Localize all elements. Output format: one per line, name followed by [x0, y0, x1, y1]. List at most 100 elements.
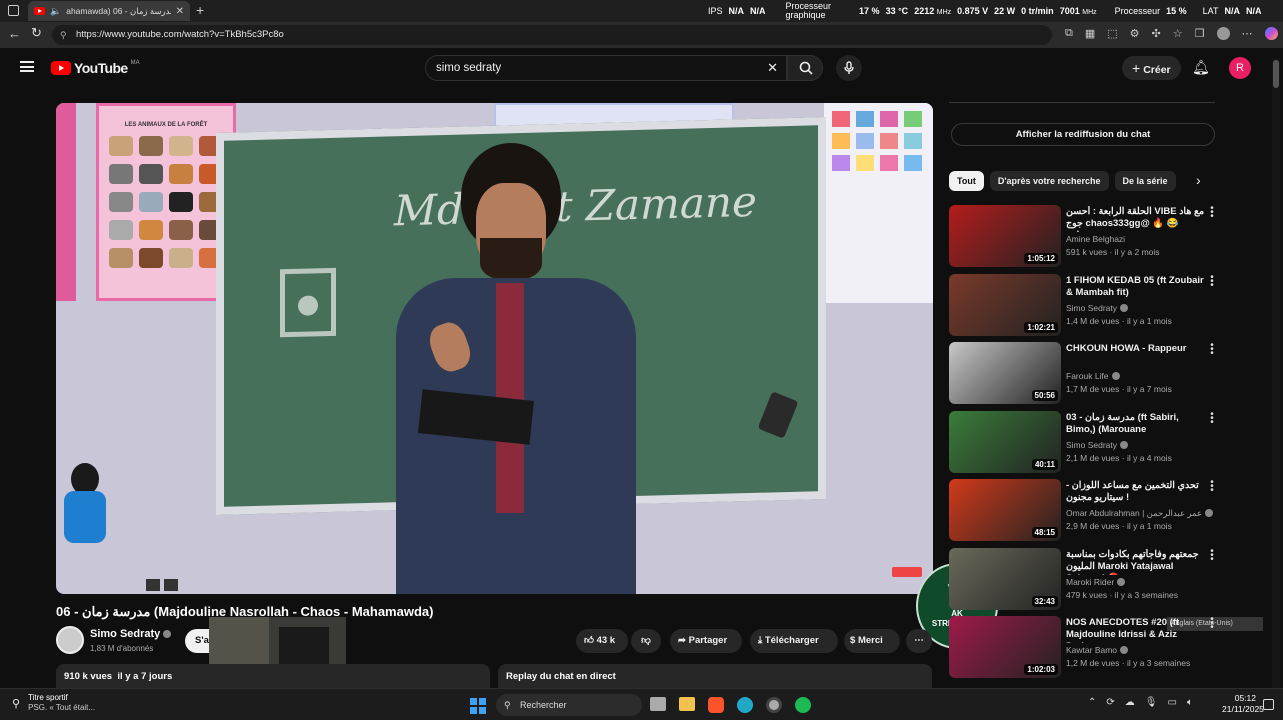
search-input[interactable]: simo sedraty ✕	[425, 55, 787, 81]
hud-gpu-power: 22 W	[994, 6, 1016, 16]
mic-tray-icon[interactable]: 🎙︎	[1145, 697, 1158, 708]
create-button[interactable]: + Créer	[1122, 56, 1181, 80]
tray-chevron-icon[interactable]: ⌃	[1088, 697, 1096, 708]
profile-icon[interactable]	[1216, 27, 1230, 40]
video-thumbnail[interactable]: 1:02:03	[949, 616, 1061, 678]
bottom-left-controls[interactable]	[146, 579, 186, 593]
menu-icon[interactable]	[20, 61, 34, 72]
tab-actions-icon[interactable]	[8, 5, 19, 16]
recommendation-item[interactable]: 1:02:21 1 FIHOM KEDAB 05 (ft Zoubair & Ma…	[949, 272, 1219, 336]
translate-icon[interactable]: ⧉	[1065, 27, 1073, 40]
collections-icon[interactable]: ❒	[1195, 27, 1205, 40]
new-tab-icon[interactable]: +	[196, 2, 204, 18]
site-info-icon[interactable]: ⚲	[60, 25, 67, 45]
recommendation-title[interactable]: 1 FIHOM KEDAB 05 (ft Zoubair & Mambah fi…	[1066, 275, 1206, 301]
close-tab-icon[interactable]: ✕	[176, 6, 184, 17]
weather-widget[interactable]: ⚲ Titre sportif PSG. « Tout était...	[12, 693, 95, 713]
channel-avatar[interactable]	[56, 626, 84, 654]
filter-chip[interactable]: Tout	[949, 171, 984, 191]
recommendation-channel[interactable]: Omar Abdulrahman | عمر عبدالرحمن	[1066, 508, 1214, 519]
extensions-icons[interactable]: ⧉ ▦ ⬚ ⚙ ✣ ☆ ❒ ⋯	[1065, 27, 1278, 40]
tabs-icon[interactable]: ⬚	[1107, 27, 1117, 40]
recommendation-channel[interactable]: Simo Sedraty	[1066, 303, 1129, 313]
recommendation-item[interactable]: 40:11 مدرسة زمان - 03 (ft Sabiri, Bimo,) …	[949, 409, 1219, 473]
clear-search-icon[interactable]: ✕	[767, 56, 778, 80]
more-options-icon[interactable]: • • •	[1209, 546, 1215, 564]
filter-chip[interactable]: D'après votre recherche	[989, 171, 1109, 191]
video-thumbnail[interactable]: 32:43	[949, 547, 1061, 610]
reload-icon[interactable]: ↻	[31, 25, 42, 41]
more-options-icon[interactable]: • • •	[1209, 341, 1215, 359]
dislike-button[interactable]: 👎︎	[631, 629, 661, 653]
url-field[interactable]: ⚲ https://www.youtube.com/watch?v=TkBh5c…	[52, 25, 1052, 45]
show-chat-replay-button[interactable]: Afficher la rediffusion du chat	[951, 123, 1215, 146]
recommendation-item[interactable]: 1:02:03 NOS ANECDOTES #20 (ft Majdouline …	[949, 615, 1219, 678]
channel-name[interactable]: Simo Sedraty	[90, 628, 172, 640]
favorites-icon[interactable]: ☆	[1173, 27, 1183, 40]
recommendation-channel[interactable]: Maroki Rider	[1066, 577, 1126, 587]
more-options-icon[interactable]: • • •	[1209, 478, 1215, 496]
account-avatar[interactable]: R	[1229, 57, 1251, 79]
share-button[interactable]: ➦ Partager	[670, 629, 742, 653]
spotify-icon[interactable]	[795, 697, 811, 713]
browser-tab-active[interactable]: 🔈 ahamawda) 06 - مدرسة زمان - ... ✕	[28, 1, 190, 21]
description-box[interactable]: 910 k vues il y a 7 jours	[56, 664, 490, 688]
like-button[interactable]: 👍︎ 43 k	[576, 629, 628, 653]
more-options-icon[interactable]: • • •	[1209, 204, 1215, 222]
recommendation-title[interactable]: مدرسة زمان - 03 (ft Sabiri, Bimo,) (Maro…	[1066, 412, 1206, 438]
brave-icon[interactable]	[708, 697, 724, 713]
recommendation-channel[interactable]: Kawtar Bamo	[1066, 645, 1129, 655]
video-player[interactable]: LES ANIMAUX DE LA FORÊT Mdrasat Zamane	[56, 103, 933, 594]
back-icon[interactable]: ←	[8, 26, 21, 41]
recommendation-title[interactable]: CHKOUN HOWA - Rappeur	[1066, 343, 1206, 369]
recommendation-title[interactable]: الحلقة الرابعة : أحسن VIBE مع هاد جوج ch…	[1066, 206, 1206, 232]
video-thumbnail[interactable]: 50:56	[949, 342, 1061, 404]
file-explorer-icon[interactable]	[679, 697, 695, 711]
video-thumbnail[interactable]: 48:15	[949, 479, 1061, 541]
recommendation-title[interactable]: NOS ANECDOTES #20 (ft Majdouline Idrissi…	[1066, 617, 1206, 643]
search-button[interactable]	[787, 55, 823, 81]
speaker-icon[interactable]: 🔈	[50, 6, 61, 17]
video-thumbnail[interactable]: 1:05:12	[949, 205, 1061, 267]
volume-icon[interactable]: 🔈︎	[1187, 697, 1193, 708]
clock[interactable]: 05:12 21/11/2025	[1222, 693, 1264, 715]
display-icon[interactable]: ▭	[1167, 697, 1176, 708]
recommendation-item[interactable]: 50:56 CHKOUN HOWA - Rappeur Farouk Life 1,7…	[949, 341, 1219, 404]
recommendation-item[interactable]: 32:43 جمعتهم وفاجأتهم بكادوات بمناسبة الم…	[949, 546, 1219, 610]
recommendation-item[interactable]: 1:05:12 الحلقة الرابعة : أحسن VIBE مع هاد…	[949, 204, 1219, 267]
recommendation-item[interactable]: 48:15 تحدي التخمين مع مساعد اللوزان - سيت…	[949, 478, 1219, 541]
more-options-icon[interactable]: • • •	[1209, 409, 1215, 427]
notifications-icon[interactable]: 🔔︎	[1192, 59, 1210, 76]
video-thumbnail[interactable]: 1:02:21	[949, 273, 1061, 336]
extension-icon[interactable]: ⚙	[1130, 27, 1140, 40]
puzzle-icon[interactable]: ✣	[1152, 27, 1161, 40]
more-actions-button[interactable]: ⋯	[906, 629, 932, 653]
copilot-icon[interactable]	[1264, 27, 1278, 40]
more-icon[interactable]: ⋯	[1242, 27, 1253, 40]
scrollbar[interactable]	[1272, 58, 1280, 688]
recommendation-channel[interactable]: Simo Sedraty	[1066, 440, 1129, 450]
chips-next-icon[interactable]: ›	[1196, 172, 1201, 188]
sync-icon[interactable]: ⟳	[1106, 697, 1114, 708]
more-options-icon[interactable]: • • •	[1209, 615, 1215, 633]
recommendation-title[interactable]: تحدي التخمين مع مساعد اللوزان - سيتاريو …	[1066, 480, 1206, 506]
chrome-icon[interactable]	[766, 697, 782, 713]
edge-icon[interactable]	[737, 697, 753, 713]
task-view-icon[interactable]	[650, 697, 666, 711]
video-thumbnail[interactable]: 40:11	[949, 410, 1061, 473]
start-button[interactable]	[470, 698, 486, 714]
recommendation-title[interactable]: جمعتهم وفاجأتهم بكادوات بمناسبة المليون …	[1066, 549, 1206, 575]
cloud-icon[interactable]: ☁	[1125, 697, 1135, 708]
youtube-logo[interactable]: YouTube MA	[51, 60, 140, 76]
recommendation-channel[interactable]: Farouk Life	[1066, 371, 1120, 381]
reader-icon[interactable]: ▦	[1085, 27, 1095, 40]
more-options-icon[interactable]: • • •	[1209, 272, 1215, 290]
system-tray[interactable]: ⌃ ⟳ ☁ 🎙︎ ▭ 🔈︎	[1088, 697, 1193, 708]
thanks-button[interactable]: $ Merci	[844, 629, 900, 653]
recommendation-channel[interactable]: Amine Belghazi	[1066, 234, 1125, 244]
voice-search-button[interactable]	[836, 55, 862, 81]
download-button[interactable]: ⤓ Télécharger	[750, 629, 838, 653]
taskbar-search[interactable]: ⚲ Rechercher	[496, 694, 642, 716]
notification-center-icon[interactable]	[1263, 699, 1274, 710]
filter-chip[interactable]: De la série	[1114, 171, 1176, 191]
